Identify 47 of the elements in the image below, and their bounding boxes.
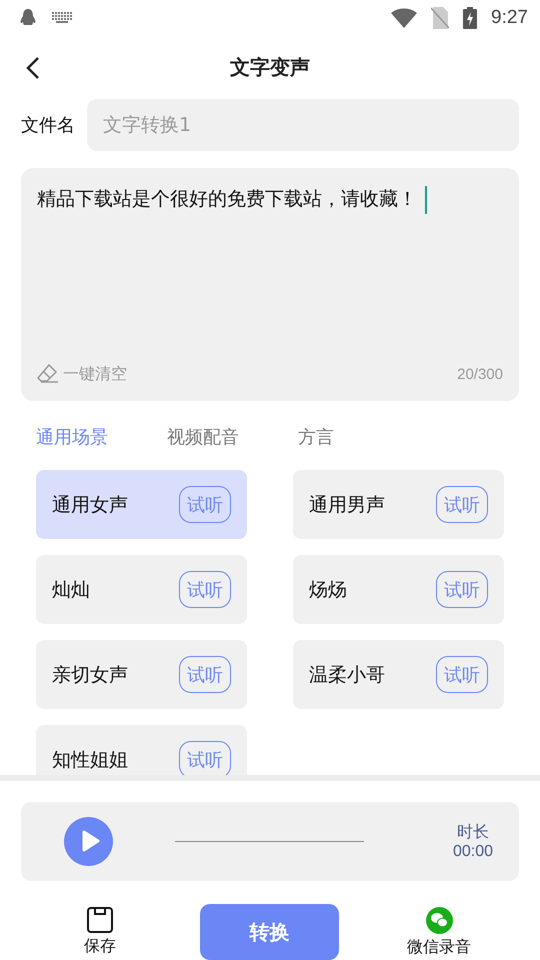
preview-button[interactable]: 试听: [179, 656, 231, 694]
save-button[interactable]: 保存: [0, 907, 200, 957]
wechat-record-button[interactable]: 微信录音: [339, 906, 539, 958]
voice-card[interactable]: 知性姐姐 试听: [36, 725, 247, 775]
voice-card[interactable]: 炀炀 试听: [293, 555, 504, 624]
chat-bubbles-icon: [426, 906, 452, 934]
voice-card[interactable]: 亲切女声 试听: [36, 640, 247, 710]
play-button[interactable]: [64, 816, 113, 866]
text-editor[interactable]: 精品下载站是个很好的免费下载站，请收藏！ 一键清空 20/300: [21, 168, 519, 401]
clear-button[interactable]: 一键清空: [37, 364, 127, 385]
file-name-field[interactable]: 文字转换1: [87, 98, 519, 151]
voice-card[interactable]: 通用女声 试听: [36, 470, 247, 540]
voice-name: 通用男声: [309, 492, 385, 518]
battery-charging-icon: [463, 6, 478, 29]
category-tab[interactable]: 通用场景: [36, 424, 167, 449]
preview-button[interactable]: 试听: [436, 486, 488, 524]
editor-text: 精品下载站是个很好的免费下载站，请收藏！: [37, 186, 417, 212]
voice-card[interactable]: 通用男声 试听: [293, 470, 504, 540]
back-icon: [26, 56, 40, 80]
voice-name: 灿灿: [52, 578, 90, 603]
keyboard-icon: [52, 12, 72, 24]
character-count: 20/300: [457, 366, 503, 383]
category-tab[interactable]: 方言: [298, 424, 429, 449]
category-tab[interactable]: 视频配音: [167, 424, 298, 449]
preview-button[interactable]: 试听: [179, 486, 231, 524]
wifi-icon: [391, 8, 418, 28]
voice-name: 通用女声: [52, 492, 128, 518]
play-icon: [82, 830, 100, 852]
page-title: 文字变声: [230, 54, 310, 81]
text-caret: [425, 186, 427, 214]
voice-name: 知性姐姐: [52, 748, 128, 773]
voice-name: 炀炀: [309, 578, 347, 603]
preview-button[interactable]: 试听: [436, 571, 488, 608]
preview-button[interactable]: 试听: [179, 571, 231, 608]
no-sim-icon: [431, 6, 450, 29]
status-time: 9:27: [491, 6, 528, 29]
file-name-label: 文件名: [21, 114, 75, 137]
voice-card[interactable]: 温柔小哥 试听: [293, 640, 504, 710]
eraser-icon: [37, 364, 59, 384]
penguin-icon: [18, 8, 38, 28]
convert-button[interactable]: 转换: [200, 904, 339, 960]
voice-name: 温柔小哥: [309, 662, 385, 688]
voice-name: 亲切女声: [52, 662, 128, 688]
duration-label: 时长: [456, 822, 489, 843]
duration-value: 00:00: [452, 842, 493, 861]
voice-card[interactable]: 灿灿 试听: [36, 555, 247, 624]
preview-button[interactable]: 试听: [436, 656, 488, 694]
